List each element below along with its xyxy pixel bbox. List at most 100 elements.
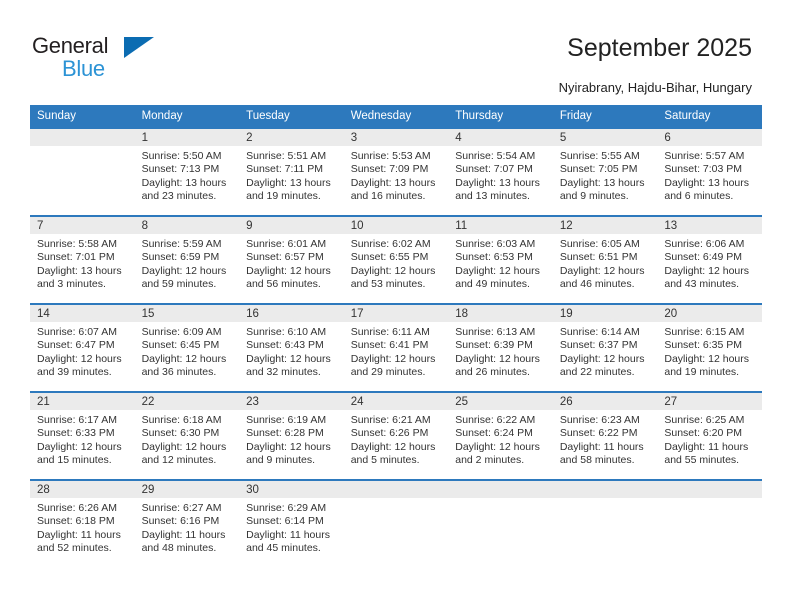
sunrise-time: Sunrise: 5:54 AM [455,150,536,162]
calendar-day-number: 13 [657,217,762,234]
calendar-day-cell[interactable]: 11 Sunrise: 6:03 AM Sunset: 6:53 PM Dayligh… [448,215,553,304]
daylight-duration-line2: and 6 minutes. [664,190,734,203]
daylight-duration-line1: Daylight: 11 hours [37,528,121,541]
sunrise-time: Sunrise: 5:55 AM [559,150,640,162]
calendar-day-cell[interactable]: 15 Sunrise: 6:09 AM Sunset: 6:45 PM Dayligh… [134,303,240,392]
calendar-day-number: 7 [30,217,135,234]
calendar-day-cell[interactable]: 22 Sunrise: 6:18 AM Sunset: 6:30 PM Dayligh… [134,391,240,480]
calendar-day-details: Sunrise: 6:17 AM Sunset: 6:33 PM Daylight:… [30,410,135,468]
calendar-day-cell[interactable]: 14 Sunrise: 6:07 AM Sunset: 6:47 PM Dayligh… [30,303,135,392]
sunset-time: Sunset: 6:28 PM [246,427,324,440]
sunrise-time: Sunrise: 6:26 AM [37,502,117,514]
calendar-day-cell[interactable]: 23 Sunrise: 6:19 AM Sunset: 6:28 PM Dayligh… [239,391,344,480]
daylight-duration-line2: and 19 minutes. [664,366,740,379]
calendar-day-cell[interactable]: 13 Sunrise: 6:06 AM Sunset: 6:49 PM Dayligh… [657,215,762,304]
calendar-day-number: 28 [30,481,135,498]
daylight-duration-line1: Daylight: 11 hours [246,528,330,541]
calendar-day-details: Sunrise: 5:50 AM Sunset: 7:13 PM Daylight:… [135,146,240,204]
calendar-day-cell[interactable]: 1 Sunrise: 5:50 AM Sunset: 7:13 PM Daylight… [134,127,240,216]
daylight-duration-line1: Daylight: 11 hours [664,440,749,453]
daylight-duration-line2: and 9 minutes. [246,454,316,467]
calendar-week-row: 28 Sunrise: 6:26 AM Sunset: 6:18 PM Dayligh… [30,479,762,568]
calendar-day-number: 19 [552,305,658,322]
daylight-duration-line1: Daylight: 12 hours [455,352,540,365]
calendar-day-cell[interactable]: 17 Sunrise: 6:11 AM Sunset: 6:41 PM Dayligh… [343,303,449,392]
daylight-duration-line2: and 39 minutes. [37,366,112,379]
sunset-time: Sunset: 6:47 PM [37,339,115,352]
daylight-duration-line2: and 32 minutes. [246,366,321,379]
sunrise-time: Sunrise: 5:57 AM [664,150,745,162]
calendar-day-cell[interactable]: 25 Sunrise: 6:22 AM Sunset: 6:24 PM Dayligh… [448,391,553,480]
calendar-day-cell[interactable]: 19 Sunrise: 6:14 AM Sunset: 6:37 PM Dayligh… [552,303,658,392]
sunrise-time: Sunrise: 6:23 AM [559,414,640,426]
daylight-duration-line2: and 52 minutes. [37,542,112,555]
daylight-duration-line1: Daylight: 12 hours [141,352,227,365]
calendar-day-cell[interactable]: 7 Sunrise: 5:58 AM Sunset: 7:01 PM Daylight… [30,215,135,304]
daylight-duration-line1: Daylight: 12 hours [37,440,122,453]
calendar-day-cell[interactable]: 20 Sunrise: 6:15 AM Sunset: 6:35 PM Dayligh… [657,303,762,392]
calendar-day-cell[interactable]: 18 Sunrise: 6:13 AM Sunset: 6:39 PM Dayligh… [448,303,553,392]
calendar-day-number: 22 [134,393,240,410]
calendar-day-cell[interactable]: 3 Sunrise: 5:53 AM Sunset: 7:09 PM Daylight… [343,127,449,216]
calendar-day-cell[interactable]: 27 Sunrise: 6:25 AM Sunset: 6:20 PM Dayligh… [657,391,762,480]
calendar-day-number: 6 [657,129,762,146]
calendar-day-cell[interactable]: 5 Sunrise: 5:55 AM Sunset: 7:05 PM Daylight… [552,127,658,216]
daylight-duration-line1: Daylight: 12 hours [664,352,750,365]
sunset-time: Sunset: 6:45 PM [141,339,220,352]
daylight-duration-line2: and 3 minutes. [37,278,106,291]
calendar-day-cell[interactable]: 28 Sunrise: 6:26 AM Sunset: 6:18 PM Dayligh… [30,479,135,568]
daylight-duration-line2: and 16 minutes. [350,190,426,203]
calendar-header-row: Sunday Monday Tuesday Wednesday Thursday… [30,105,762,128]
daylight-duration-line1: Daylight: 12 hours [141,440,227,453]
calendar-day-cell[interactable]: 10 Sunrise: 6:02 AM Sunset: 6:55 PM Dayligh… [343,215,449,304]
calendar-day-details: Sunrise: 6:22 AM Sunset: 6:24 PM Daylight:… [448,410,553,468]
calendar-day-number: 1 [134,129,240,146]
sunrise-time: Sunrise: 6:17 AM [37,414,117,426]
sunset-time: Sunset: 7:07 PM [455,163,533,176]
daylight-duration-line2: and 46 minutes. [559,278,635,291]
calendar-day-cell[interactable]: 4 Sunrise: 5:54 AM Sunset: 7:07 PM Daylight… [448,127,553,216]
calendar-day-cell[interactable]: 26 Sunrise: 6:23 AM Sunset: 6:22 PM Dayligh… [552,391,658,480]
calendar-day-details: Sunrise: 6:07 AM Sunset: 6:47 PM Daylight:… [30,322,135,380]
calendar-day-cell[interactable]: 24 Sunrise: 6:21 AM Sunset: 6:26 PM Dayligh… [343,391,449,480]
calendar-day-cell[interactable]: 9 Sunrise: 6:01 AM Sunset: 6:57 PM Daylight… [239,215,344,304]
logo-text-blue: Blue [62,56,105,81]
daylight-duration-line2: and 55 minutes. [664,454,740,467]
sunset-time: Sunset: 6:55 PM [350,251,429,264]
general-blue-logo[interactable]: General Blue [32,33,162,83]
calendar-day-details: Sunrise: 6:05 AM Sunset: 6:51 PM Daylight:… [553,234,658,292]
calendar-day-number [343,481,449,498]
calendar-week-row: 1 Sunrise: 5:50 AM Sunset: 7:13 PM Daylight… [30,127,762,216]
sunrise-time: Sunrise: 6:25 AM [664,414,745,426]
calendar-day-number: 30 [239,481,344,498]
daylight-duration-line1: Daylight: 12 hours [455,264,540,277]
sunrise-time: Sunrise: 6:11 AM [350,326,430,338]
calendar-day-number: 24 [343,393,449,410]
calendar-day-cell[interactable]: 8 Sunrise: 5:59 AM Sunset: 6:59 PM Daylight… [134,215,240,304]
calendar-day-details: Sunrise: 6:11 AM Sunset: 6:41 PM Daylight:… [344,322,449,380]
calendar-day-cell[interactable]: 21 Sunrise: 6:17 AM Sunset: 6:33 PM Dayligh… [30,391,135,480]
calendar-day-cell[interactable]: 6 Sunrise: 5:57 AM Sunset: 7:03 PM Daylight… [657,127,762,216]
calendar-day-cell[interactable]: 2 Sunrise: 5:51 AM Sunset: 7:11 PM Daylight… [239,127,344,216]
daylight-duration-line1: Daylight: 12 hours [141,264,227,277]
sunset-time: Sunset: 6:16 PM [141,515,220,528]
sunrise-time: Sunrise: 6:05 AM [559,238,640,250]
daylight-duration-line2: and 43 minutes. [664,278,740,291]
calendar-day-number [552,481,658,498]
sunset-time: Sunset: 6:37 PM [559,339,638,352]
sunrise-time: Sunrise: 5:58 AM [37,238,117,250]
calendar-day-cell[interactable]: 12 Sunrise: 6:05 AM Sunset: 6:51 PM Dayligh… [552,215,658,304]
sunset-time: Sunset: 6:49 PM [664,251,743,264]
daylight-duration-line2: and 29 minutes. [350,366,426,379]
daylight-duration-line2: and 59 minutes. [141,278,217,291]
sunset-time: Sunset: 6:53 PM [455,251,533,264]
daylight-duration-line2: and 58 minutes. [559,454,635,467]
sunset-time: Sunset: 6:51 PM [559,251,638,264]
sunrise-time: Sunrise: 5:59 AM [141,238,222,250]
daylight-duration-line2: and 36 minutes. [141,366,217,379]
calendar-day-cell[interactable]: 30 Sunrise: 6:29 AM Sunset: 6:14 PM Dayligh… [239,479,344,568]
calendar-day-number: 2 [239,129,344,146]
calendar-day-cell[interactable]: 29 Sunrise: 6:27 AM Sunset: 6:16 PM Dayligh… [134,479,240,568]
calendar-day-details: Sunrise: 6:06 AM Sunset: 6:49 PM Daylight:… [657,234,762,292]
calendar-day-cell[interactable]: 16 Sunrise: 6:10 AM Sunset: 6:43 PM Dayligh… [239,303,344,392]
